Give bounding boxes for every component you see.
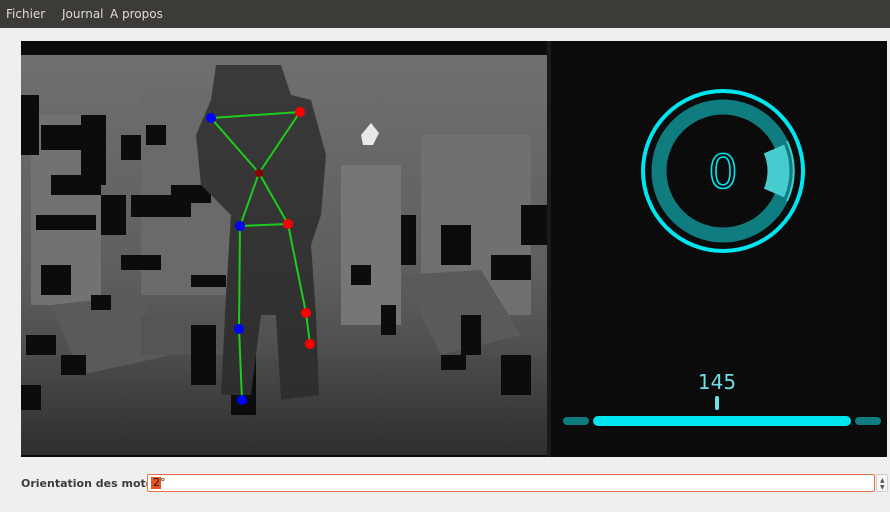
joint-right-shoulder bbox=[295, 107, 305, 117]
joint-left-knee bbox=[234, 324, 244, 334]
orientation-input[interactable]: 2° bbox=[147, 474, 875, 492]
main-frame: 0 145 bbox=[21, 41, 887, 457]
depth-view bbox=[21, 55, 547, 455]
slider-bar[interactable] bbox=[593, 416, 851, 426]
joint-spine bbox=[255, 169, 263, 177]
menu-bar: Fichier Journal A propos bbox=[0, 0, 890, 28]
slider-value: 145 bbox=[698, 370, 736, 394]
gauge-value: 0 bbox=[708, 145, 737, 199]
hud-graphics: 0 145 bbox=[563, 89, 881, 426]
joint-left-ankle bbox=[237, 395, 247, 405]
orientation-spinner[interactable]: ▲ ▼ bbox=[876, 474, 888, 492]
slider-left-cap bbox=[563, 417, 589, 425]
joint-right-ankle bbox=[305, 339, 315, 349]
menu-a-propos[interactable]: A propos bbox=[110, 7, 163, 21]
joint-right-knee bbox=[301, 308, 311, 318]
slider-right-cap bbox=[855, 417, 881, 425]
gauge-indicator bbox=[763, 144, 790, 198]
joint-left-hip bbox=[235, 221, 245, 231]
depth-image bbox=[21, 55, 547, 455]
spin-down-icon[interactable]: ▼ bbox=[880, 485, 885, 491]
menu-fichier[interactable]: Fichier bbox=[6, 7, 45, 21]
joint-right-hip bbox=[283, 219, 293, 229]
slider-tick bbox=[715, 396, 719, 410]
menu-journal[interactable]: Journal bbox=[62, 7, 104, 21]
orientation-value: 2° bbox=[153, 476, 166, 489]
joint-left-shoulder bbox=[206, 113, 216, 123]
hud-panel: 0 145 bbox=[551, 41, 887, 457]
